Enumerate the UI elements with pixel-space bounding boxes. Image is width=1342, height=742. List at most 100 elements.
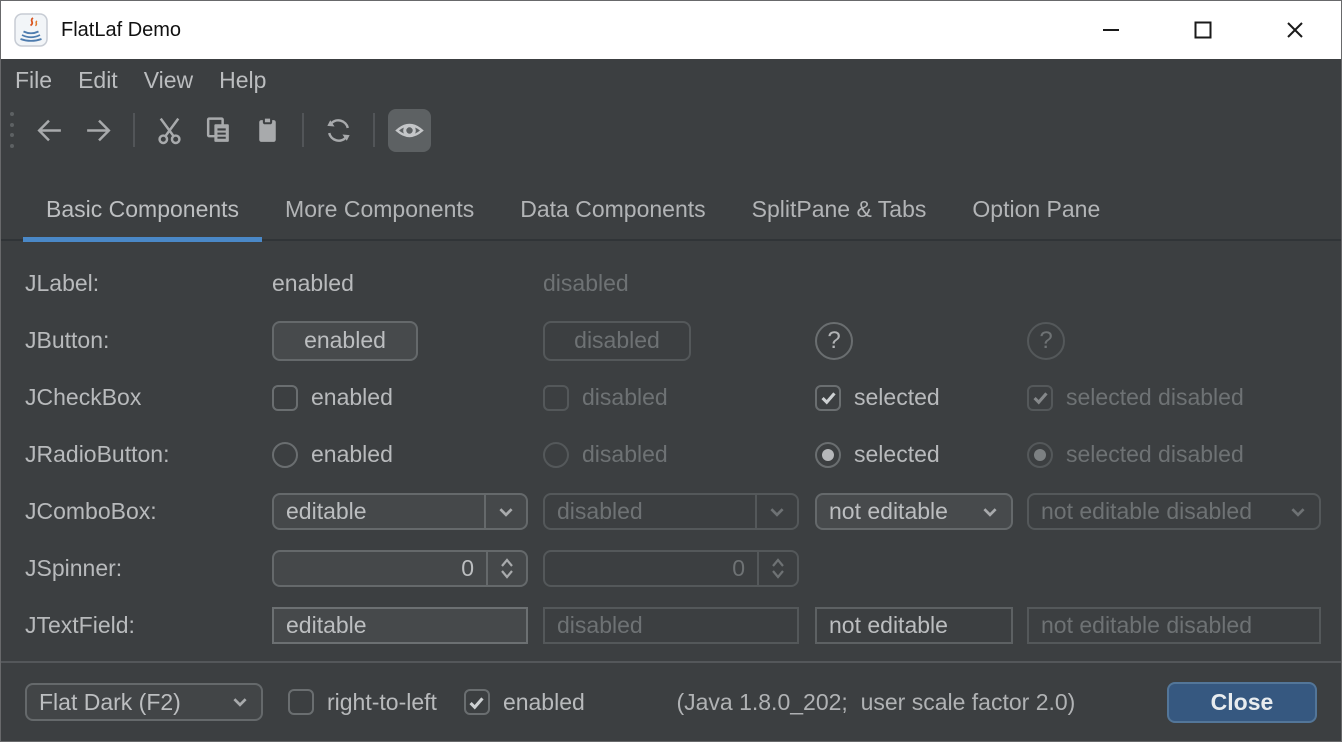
- arrow-left-icon: [34, 115, 65, 146]
- spinner-updown-icon: [757, 552, 797, 585]
- checkmark-icon: [1031, 388, 1050, 407]
- tab-basic-components[interactable]: Basic Components: [23, 179, 262, 239]
- java-app-icon: [14, 13, 48, 47]
- checkbox-box: [543, 385, 569, 411]
- cut-button[interactable]: [148, 109, 191, 152]
- close-window-button[interactable]: [1249, 1, 1341, 59]
- copy-icon: [203, 115, 234, 146]
- checkbox-box-checked: [464, 689, 490, 715]
- jradiobutton-row: JRadioButton: enabled disabled selected: [25, 426, 1341, 483]
- jcombobox-row: JComboBox: editable disabled not editabl…: [25, 483, 1341, 540]
- chevron-down-icon: [755, 495, 797, 528]
- checkbox-box-checked: [1027, 385, 1053, 411]
- radio-selected-disabled: selected disabled: [1027, 441, 1341, 468]
- jcheckbox-row-label: JCheckBox: [25, 384, 272, 411]
- combobox-disabled: disabled: [543, 493, 799, 530]
- chevron-down-icon[interactable]: [219, 685, 261, 719]
- menu-edit[interactable]: Edit: [65, 59, 131, 101]
- checkbox-selected-disabled: selected disabled: [1027, 384, 1341, 411]
- scissors-icon: [154, 115, 185, 146]
- help-button-enabled[interactable]: ?: [815, 322, 853, 360]
- show-details-toggle-button[interactable]: [388, 109, 431, 152]
- refresh-button[interactable]: [317, 109, 360, 152]
- combobox-editable[interactable]: editable: [272, 493, 528, 530]
- toolbar: [1, 101, 1341, 159]
- bottombar: Flat Dark (F2) right-to-left enabled (Ja…: [1, 661, 1341, 741]
- tab-more-components[interactable]: More Components: [262, 179, 497, 239]
- paste-button[interactable]: [246, 109, 289, 152]
- radio-dot: [1034, 449, 1046, 461]
- textfield-not-editable[interactable]: not editable: [815, 607, 1013, 644]
- menubar: File Edit View Help: [1, 59, 1341, 101]
- chevron-down-icon[interactable]: [969, 495, 1011, 528]
- help-button-disabled: ?: [1027, 322, 1065, 360]
- right-to-left-checkbox[interactable]: right-to-left: [288, 689, 437, 716]
- tabbar: Basic Components More Components Data Co…: [1, 159, 1341, 241]
- checkbox-box: [272, 385, 298, 411]
- tab-splitpane-tabs[interactable]: SplitPane & Tabs: [729, 179, 950, 239]
- combobox-not-editable-disabled: not editable disabled: [1027, 493, 1321, 530]
- jspinner-row: JSpinner: 0 0: [25, 540, 1341, 597]
- chevron-down-icon[interactable]: [484, 495, 526, 528]
- combobox-not-editable[interactable]: not editable: [815, 493, 1013, 530]
- tab-data-components[interactable]: Data Components: [497, 179, 728, 239]
- chevron-down-icon: [1277, 495, 1319, 528]
- menu-file[interactable]: File: [2, 59, 65, 101]
- radio-circle: [272, 442, 298, 468]
- radio-circle: [543, 442, 569, 468]
- jbutton-row-label: JButton:: [25, 327, 272, 354]
- button-enabled[interactable]: enabled: [272, 321, 418, 361]
- toolbar-separator: [373, 113, 375, 147]
- checkmark-icon: [819, 388, 838, 407]
- checkbox-box-checked: [815, 385, 841, 411]
- window-controls: [1065, 1, 1341, 59]
- radio-disabled: disabled: [543, 441, 815, 468]
- checkbox-disabled: disabled: [543, 384, 815, 411]
- minimize-button[interactable]: [1065, 1, 1157, 59]
- window-title: FlatLaf Demo: [61, 19, 181, 42]
- menu-view[interactable]: View: [131, 59, 206, 101]
- java-version-info: (Java 1.8.0_202; user scale factor 2.0): [585, 689, 1167, 716]
- maximize-icon: [1192, 19, 1214, 41]
- jspinner-row-label: JSpinner:: [25, 555, 272, 582]
- copy-button[interactable]: [197, 109, 240, 152]
- jcombobox-row-label: JComboBox:: [25, 498, 272, 525]
- textfield-not-editable-disabled: not editable disabled: [1027, 607, 1321, 644]
- maximize-button[interactable]: [1157, 1, 1249, 59]
- jradiobutton-row-label: JRadioButton:: [25, 441, 272, 468]
- close-button[interactable]: Close: [1167, 682, 1317, 723]
- refresh-icon: [323, 115, 354, 146]
- clipboard-icon: [252, 115, 283, 146]
- checkbox-selected[interactable]: selected: [815, 384, 1027, 411]
- spinner-updown-icon[interactable]: [486, 552, 526, 585]
- textfield-editable[interactable]: editable: [272, 607, 528, 644]
- forward-button[interactable]: [77, 109, 120, 152]
- minimize-icon: [1100, 19, 1122, 41]
- label-enabled: enabled: [272, 270, 354, 296]
- jtextfield-row: JTextField: editable disabled not editab…: [25, 597, 1341, 654]
- titlebar[interactable]: FlatLaf Demo: [1, 1, 1341, 59]
- toolbar-separator: [302, 113, 304, 147]
- radio-dot: [822, 449, 834, 461]
- jbutton-row: JButton: enabled disabled ? ?: [25, 312, 1341, 369]
- checkmark-icon: [467, 693, 486, 712]
- radio-selected[interactable]: selected: [815, 441, 1027, 468]
- jlabel-row-label: JLabel:: [25, 270, 272, 297]
- toolbar-separator: [133, 113, 135, 147]
- look-and-feel-combobox[interactable]: Flat Dark (F2): [25, 683, 263, 721]
- menu-help[interactable]: Help: [206, 59, 279, 101]
- toolbar-grip[interactable]: [7, 110, 17, 150]
- arrow-right-icon: [83, 115, 114, 146]
- button-disabled: disabled: [543, 321, 691, 361]
- tab-option-pane[interactable]: Option Pane: [949, 179, 1123, 239]
- spinner-enabled[interactable]: 0: [272, 550, 528, 587]
- enabled-checkbox[interactable]: enabled: [464, 689, 585, 716]
- back-button[interactable]: [28, 109, 71, 152]
- close-icon: [1284, 19, 1306, 41]
- basic-components-panel: JLabel: enabled disabled JButton: enable…: [1, 241, 1341, 661]
- checkbox-enabled[interactable]: enabled: [272, 384, 543, 411]
- app-window: FlatLaf Demo File Edit View Help: [0, 0, 1342, 742]
- label-disabled: disabled: [543, 270, 629, 296]
- radio-enabled[interactable]: enabled: [272, 441, 543, 468]
- checkbox-box: [288, 689, 314, 715]
